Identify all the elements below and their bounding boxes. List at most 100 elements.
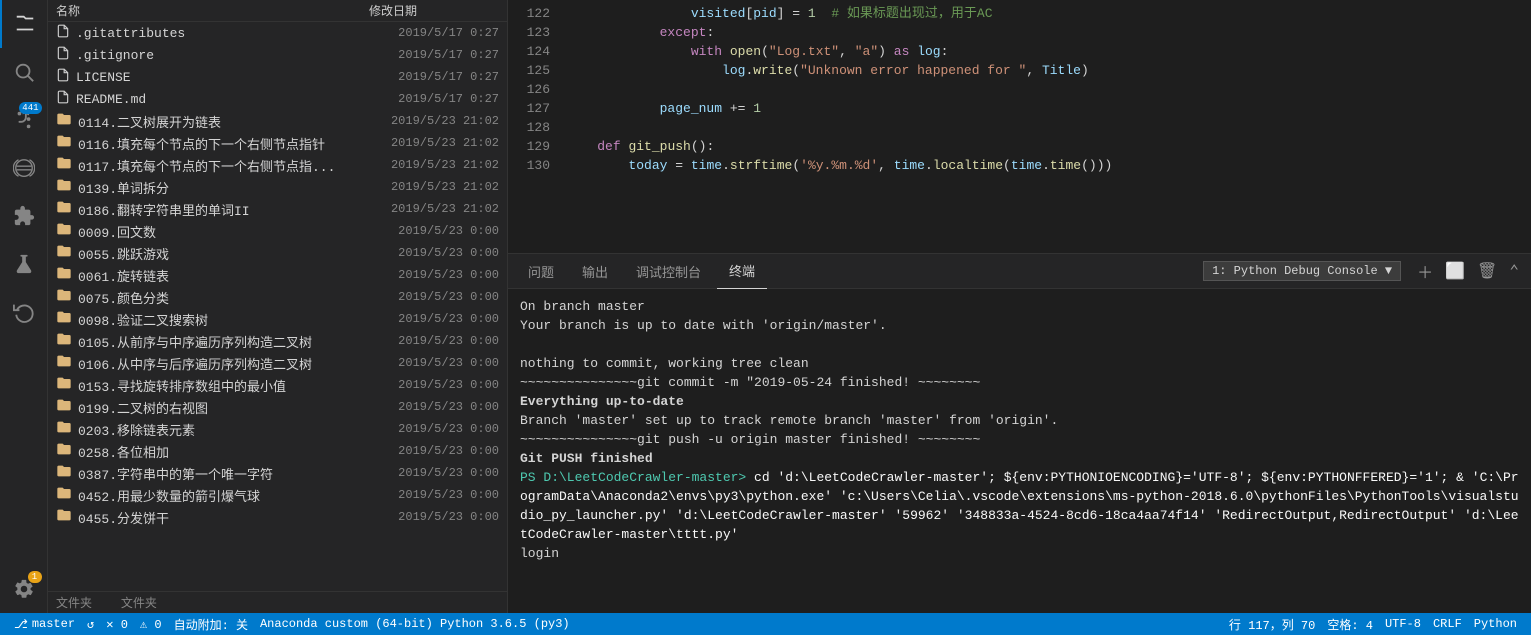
list-item[interactable]: 0061.旋转链表2019/5/23 0:00: [48, 264, 507, 286]
folder-icon: [56, 177, 72, 198]
folder-icon: [56, 111, 72, 132]
list-item[interactable]: 0116.填充每个节点的下一个右侧节点指针 2019/5/23 21:02: [48, 132, 507, 154]
list-item[interactable]: 0258.各位相加2019/5/23 0:00: [48, 440, 507, 462]
add-terminal-button[interactable]: ＋: [1413, 257, 1437, 285]
tab-output[interactable]: 输出: [570, 254, 620, 289]
folder-icon: [56, 331, 72, 352]
sync-status[interactable]: ↺: [81, 613, 100, 635]
editor-area: 122123124125126127128129130 visited[pid]…: [508, 0, 1531, 613]
activity-bar: 441: [0, 0, 48, 613]
tab-debug-console[interactable]: 调试控制台: [624, 254, 713, 289]
folder-icon: [56, 309, 72, 330]
terminal-content[interactable]: On branch masterYour branch is up to dat…: [508, 289, 1531, 613]
terminal-line: login: [520, 544, 1519, 563]
list-item[interactable]: 0387.字符串中的第一个唯一字符2019/5/23 0:00: [48, 462, 507, 484]
code-line: [566, 118, 1531, 137]
search-activity-icon[interactable]: [0, 48, 48, 96]
list-item[interactable]: 0199.二叉树的右视图2019/5/23 0:00: [48, 396, 507, 418]
file-name-label: 0105.从前序与中序遍历序列构造二叉树: [78, 332, 390, 351]
lineending-status[interactable]: CRLF: [1427, 613, 1468, 635]
list-item[interactable]: 0009.回文数2019/5/23 0:00: [48, 220, 507, 242]
list-item[interactable]: 0055.跳跃游戏2019/5/23 0:00: [48, 242, 507, 264]
list-item[interactable]: 0139.单词拆分2019/5/23 21:02: [48, 176, 507, 198]
codicon-activity-icon[interactable]: [0, 288, 48, 336]
line-number: 122: [508, 4, 550, 23]
line-number: 129: [508, 137, 550, 156]
extensions-activity-icon[interactable]: [0, 192, 48, 240]
folder-icon: [56, 353, 72, 374]
line-col-status[interactable]: 行 117，列 70: [1223, 613, 1321, 635]
tab-problems[interactable]: 问题: [516, 254, 566, 289]
file-date-label: 2019/5/17 0:27: [398, 48, 499, 62]
list-item[interactable]: README.md 2019/5/17 0:27: [48, 88, 507, 110]
list-item[interactable]: 0114.二叉树展开为链表2019/5/23 21:02: [48, 110, 507, 132]
git-branch-icon: ⎇: [14, 617, 28, 632]
file-date-label: 2019/5/17 0:27: [398, 70, 499, 84]
source-control-activity-icon[interactable]: 441: [0, 96, 48, 144]
line-number: 123: [508, 23, 550, 42]
list-item[interactable]: 0153.寻找旋转排序数组中的最小值2019/5/23 0:00: [48, 374, 507, 396]
file-name-label: 0153.寻找旋转排序数组中的最小值: [78, 376, 390, 395]
settings-activity-icon[interactable]: 1: [0, 565, 48, 613]
code-editor[interactable]: 122123124125126127128129130 visited[pid]…: [508, 0, 1531, 253]
list-item[interactable]: 0105.从前序与中序遍历序列构造二叉树2019/5/23 0:00: [48, 330, 507, 352]
list-item[interactable]: 0452.用最少数量的箭引爆气球2019/5/23 0:00: [48, 484, 507, 506]
interpreter-status[interactable]: Anaconda custom (64-bit) Python 3.6.5 (p…: [254, 613, 576, 635]
folder-icon: [56, 287, 72, 308]
folder-icon: [56, 243, 72, 264]
file-date-label: 2019/5/23 21:02: [391, 180, 499, 194]
folder-icon: [56, 419, 72, 440]
bottom-label-1: 文件夹: [56, 594, 92, 611]
list-item[interactable]: .gitattributes2019/5/17 0:27: [48, 22, 507, 44]
language-status[interactable]: Python: [1468, 613, 1523, 635]
auto-attach-status[interactable]: 自动附加: 关: [168, 613, 254, 635]
file-name-label: README.md: [76, 92, 390, 107]
terminal-line: PS D:\LeetCodeCrawler-master> cd 'd:\Lee…: [520, 468, 1519, 544]
debug-activity-icon[interactable]: [0, 144, 48, 192]
file-name-label: 0075.颜色分类: [78, 288, 390, 307]
terminal-selector-label: 1: Python Debug Console ▼: [1212, 264, 1392, 278]
code-line: def git_push():: [566, 137, 1531, 156]
terminal-line: On branch master: [520, 297, 1519, 316]
encoding-status[interactable]: UTF-8: [1379, 613, 1427, 635]
files-activity-icon[interactable]: [0, 0, 48, 48]
file-date-label: 2019/5/17 0:27: [398, 26, 499, 40]
file-date-label: 2019/5/23 21:02: [391, 136, 499, 150]
warnings-status[interactable]: ⚠ 0: [134, 613, 168, 635]
file-date-label: 2019/5/23 0:00: [398, 268, 499, 282]
file-date-label: 2019/5/17 0:27: [398, 92, 499, 106]
split-terminal-button[interactable]: ⬜: [1441, 259, 1469, 283]
file-name-label: LICENSE: [76, 70, 390, 85]
list-item[interactable]: .gitignore2019/5/17 0:27: [48, 44, 507, 66]
list-item[interactable]: 0186.翻转字符串里的单词II2019/5/23 21:02: [48, 198, 507, 220]
terminal-line: Your branch is up to date with 'origin/m…: [520, 316, 1519, 335]
line-number: 130: [508, 156, 550, 175]
terminal-line: ~~~~~~~~~~~~~~~git commit -m "2019-05-24…: [520, 373, 1519, 392]
list-item[interactable]: 0075.颜色分类2019/5/23 0:00: [48, 286, 507, 308]
list-item[interactable]: LICENSE 2019/5/17 0:27: [48, 66, 507, 88]
git-branch-status[interactable]: ⎇ master: [8, 613, 81, 635]
maximize-panel-button[interactable]: ⌃: [1505, 259, 1523, 283]
terminal-selector[interactable]: 1: Python Debug Console ▼: [1203, 261, 1401, 281]
flask-activity-icon[interactable]: [0, 240, 48, 288]
list-item[interactable]: 0106.从中序与后序遍历序列构造二叉树2019/5/23 0:00: [48, 352, 507, 374]
code-content[interactable]: visited[pid] = 1 # 如果标题出现过，用于AC except: …: [558, 0, 1531, 253]
errors-status[interactable]: ✕ 0: [100, 613, 134, 635]
line-number: 125: [508, 61, 550, 80]
file-date-label: 2019/5/23 21:02: [391, 114, 499, 128]
list-item[interactable]: 0117.填充每个节点的下一个右侧节点指...2019/5/23 21:02: [48, 154, 507, 176]
bottom-label-2: 文件夹: [121, 594, 157, 611]
code-line: visited[pid] = 1 # 如果标题出现过，用于AC: [566, 4, 1531, 23]
file-name-label: 0452.用最少数量的箭引爆气球: [78, 486, 390, 505]
folder-icon: [56, 485, 72, 506]
kill-terminal-button[interactable]: 🗑: [1473, 259, 1501, 283]
file-date-label: 2019/5/23 0:00: [398, 444, 499, 458]
list-item[interactable]: 0455.分发饼干2019/5/23 0:00: [48, 506, 507, 528]
file-name-label: 0116.填充每个节点的下一个右侧节点指针: [78, 134, 383, 153]
list-item[interactable]: 0098.验证二叉搜索树2019/5/23 0:00: [48, 308, 507, 330]
line-numbers: 122123124125126127128129130: [508, 0, 558, 253]
list-item[interactable]: 0203.移除链表元素2019/5/23 0:00: [48, 418, 507, 440]
spaces-status[interactable]: 空格: 4: [1321, 613, 1379, 635]
auto-attach-label: 自动附加: 关: [174, 616, 248, 633]
tab-terminal[interactable]: 终端: [717, 254, 767, 289]
